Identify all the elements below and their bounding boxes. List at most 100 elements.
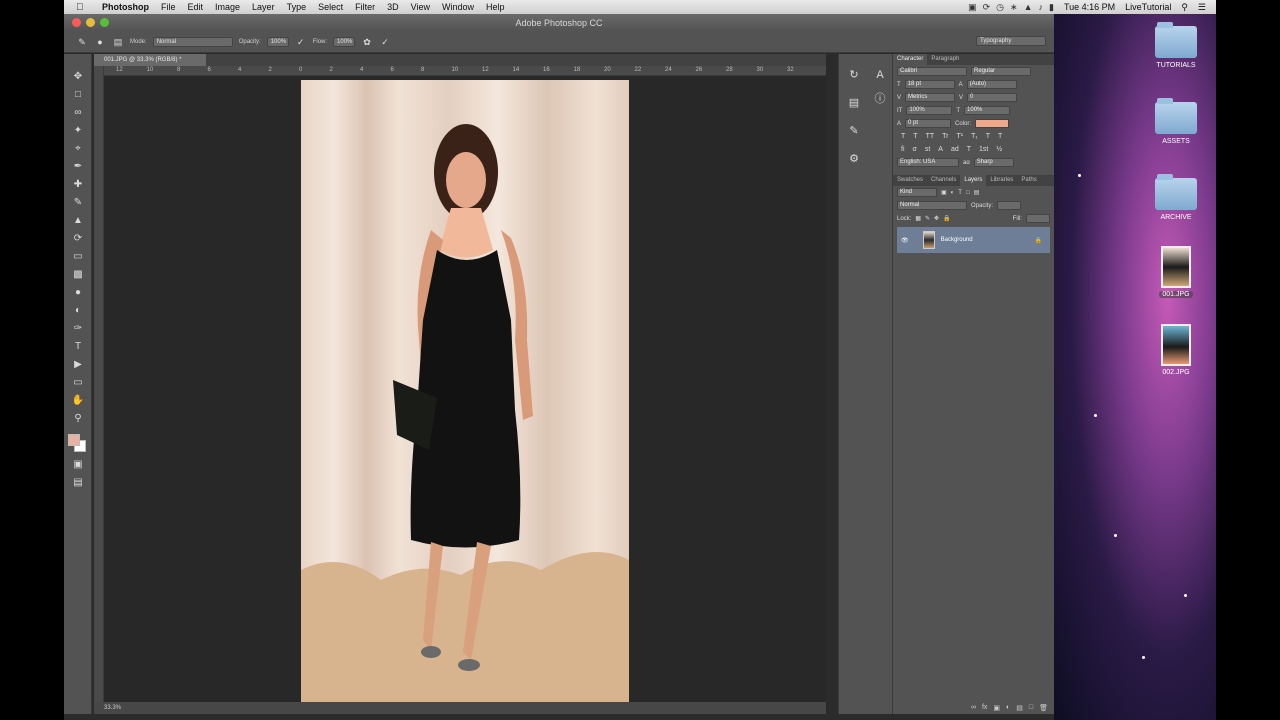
layer-filter-select[interactable]: Kind (897, 188, 937, 197)
folder-archive[interactable]: ARCHIVE (1146, 174, 1206, 221)
airbrush-icon[interactable]: ✿ (361, 36, 373, 48)
layer-style-icon[interactable]: fx (982, 704, 987, 712)
filter-type-icon[interactable]: T (958, 190, 962, 196)
menubar-user[interactable]: LiveTutorial (1125, 2, 1171, 12)
notification-icon[interactable]: ☰ (1198, 2, 1206, 13)
file-001-jpg[interactable]: 001.JPG (1146, 246, 1206, 298)
move-tool-icon[interactable]: ✥ (64, 68, 92, 86)
quick-select-tool-icon[interactable]: ✦ (64, 122, 92, 140)
blur-tool-icon[interactable]: ● (64, 284, 92, 302)
vertical-scale-field[interactable]: 100% (906, 106, 953, 115)
info-panel-icon[interactable]: ⓘ (869, 88, 891, 110)
font-size-field[interactable]: 18 pt (904, 80, 955, 89)
flow-field[interactable]: 100% (333, 36, 356, 47)
sync-icon[interactable]: ⟳ (983, 2, 991, 13)
font-family-select[interactable]: Calibri (897, 67, 967, 76)
healing-brush-tool-icon[interactable]: ✚ (64, 176, 92, 194)
menu-type[interactable]: Type (287, 2, 307, 12)
menubar-clock[interactable]: Tue 4:16 PM (1064, 2, 1115, 12)
eraser-tool-icon[interactable]: ▭ (64, 248, 92, 266)
pressure-size-icon[interactable]: ✓ (379, 36, 391, 48)
leading-field[interactable]: (Auto) (966, 80, 1017, 89)
tab-character[interactable]: Character (893, 54, 928, 65)
folder-tutorials[interactable]: TUTORIALS (1146, 22, 1206, 69)
path-select-tool-icon[interactable]: ▶ (64, 356, 92, 374)
opentype-button[interactable]: A (938, 146, 943, 153)
opentype-button[interactable]: σ (913, 146, 917, 153)
tool-presets-icon[interactable]: ⚙ (843, 148, 865, 170)
menu-window[interactable]: Window (442, 2, 474, 12)
camera-icon[interactable]: ▣ (968, 2, 977, 13)
menu-edit[interactable]: Edit (188, 2, 204, 12)
pressure-opacity-icon[interactable]: ✓ (295, 36, 307, 48)
tab-channels[interactable]: Channels (927, 175, 960, 186)
menu-view[interactable]: View (411, 2, 430, 12)
type-style-button[interactable]: T (986, 133, 990, 140)
filter-adjust-icon[interactable]: ◐ (951, 190, 955, 196)
layer-name[interactable]: Background (941, 237, 973, 243)
lock-position-icon[interactable]: ✥ (934, 215, 939, 222)
zoom-tool-icon[interactable]: ⚲ (64, 410, 92, 428)
menu-file[interactable]: File (161, 2, 176, 12)
type-style-button[interactable]: T₁ (971, 133, 978, 140)
tab-libraries[interactable]: Libraries (986, 175, 1017, 186)
mode-select[interactable]: Normal (152, 36, 233, 47)
filter-smart-icon[interactable]: ▤ (974, 189, 980, 196)
menu-layer[interactable]: Layer (252, 2, 275, 12)
apple-icon[interactable]:  (76, 2, 90, 13)
language-select[interactable]: English: USA (897, 158, 959, 167)
canvas-area[interactable] (104, 76, 826, 702)
marquee-tool-icon[interactable]: □ (64, 86, 92, 104)
tab-paths[interactable]: Paths (1017, 175, 1040, 186)
menu-3d[interactable]: 3D (387, 2, 399, 12)
character-panel-icon[interactable]: A (869, 64, 891, 86)
menu-filter[interactable]: Filter (355, 2, 375, 12)
type-style-button[interactable]: T (901, 133, 905, 140)
hand-tool-icon[interactable]: ✋ (64, 392, 92, 410)
lasso-tool-icon[interactable]: ∞ (64, 104, 92, 122)
opentype-button[interactable]: st (925, 146, 930, 153)
brush-tool-icon[interactable]: ✎ (64, 194, 92, 212)
filter-shape-icon[interactable]: □ (966, 190, 970, 196)
new-layer-icon[interactable]: □ (1029, 704, 1033, 712)
opentype-button[interactable]: 1st (979, 146, 988, 153)
blend-mode-select[interactable]: Normal (897, 201, 967, 210)
foreground-color-swatch[interactable] (68, 434, 80, 446)
zoom-level[interactable]: 33.3% (104, 705, 121, 711)
adjustment-layer-icon[interactable]: ◐ (1006, 704, 1010, 712)
type-style-button[interactable]: T (913, 133, 917, 140)
spotlight-icon[interactable]: ⚲ (1181, 2, 1188, 13)
lock-transparent-icon[interactable]: ▦ (915, 215, 921, 222)
history-brush-tool-icon[interactable]: ⟳ (64, 230, 92, 248)
type-style-button[interactable]: TT (926, 133, 935, 140)
anti-alias-select[interactable]: Sharp (973, 158, 1014, 167)
layer-opacity-field[interactable] (997, 201, 1022, 210)
kerning-field[interactable]: Metrics (905, 93, 956, 102)
font-style-select[interactable]: Regular (971, 67, 1031, 76)
type-style-button[interactable]: Tr (942, 133, 948, 140)
clock-icon[interactable]: ◷ (996, 2, 1004, 13)
lock-icon[interactable]: 🔒 (1035, 237, 1042, 244)
bluetooth-icon[interactable]: ∗ (1010, 2, 1018, 13)
document-image[interactable] (301, 80, 629, 702)
workspace-select[interactable]: Typography (976, 36, 1046, 46)
opentype-button[interactable]: fi (901, 146, 905, 153)
menu-select[interactable]: Select (318, 2, 343, 12)
quick-mask-icon[interactable]: ▣ (64, 456, 92, 474)
horizontal-scale-field[interactable]: 100% (964, 106, 1011, 115)
properties-panel-icon[interactable]: ▤ (843, 92, 865, 114)
battery-icon[interactable]: ▮ (1049, 2, 1054, 13)
folder-assets[interactable]: ASSETS (1146, 98, 1206, 145)
vertical-ruler[interactable] (94, 66, 104, 702)
crop-tool-icon[interactable]: ⌖ (64, 140, 92, 158)
new-group-icon[interactable]: ▤ (1016, 704, 1023, 712)
history-panel-icon[interactable]: ↻ (843, 64, 865, 86)
tab-layers[interactable]: Layers (960, 175, 987, 186)
volume-icon[interactable]: ♪ (1038, 2, 1043, 13)
opentype-button[interactable]: T (967, 146, 971, 153)
eye-icon[interactable]: 👁 (901, 237, 909, 244)
layer-fill-field[interactable] (1026, 214, 1050, 223)
lock-pixels-icon[interactable]: ✎ (925, 215, 930, 222)
color-swatches[interactable] (64, 432, 91, 456)
link-layers-icon[interactable]: ∞ (971, 704, 976, 712)
